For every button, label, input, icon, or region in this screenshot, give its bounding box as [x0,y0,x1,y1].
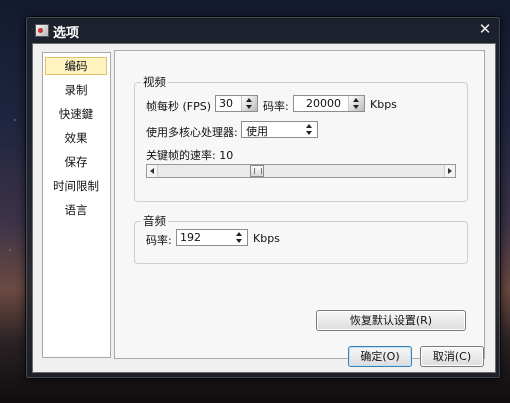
fps-spinner[interactable]: 30 [215,95,258,112]
video-bitrate-unit: Kbps [370,98,397,111]
slider-thumb[interactable] [250,165,264,177]
video-bitrate-label: 码率: [263,100,289,113]
multicore-value: 使用 [246,125,268,138]
slider-track[interactable] [158,165,444,177]
audio-bitrate-value: 192 [180,231,201,244]
app-icon [35,24,49,37]
sidebar-item-recording[interactable]: 录制 [45,81,107,99]
window-title: 选项 [53,26,80,41]
sidebar-item-encoding[interactable]: 编码 [45,57,107,75]
dialog-client-area: 编码 录制 快速鍵 效果 保存 时间限制 语言 视频 帧每秒 (FPS) : 3… [32,43,496,373]
video-bitrate-spinner[interactable]: 20000 [293,95,365,112]
title-bar[interactable]: 选项 ✕ [26,17,500,43]
audio-bitrate-unit: Kbps [253,232,280,245]
sidebar-item-save[interactable]: 保存 [45,153,107,171]
audio-group-label: 音频 [143,214,166,228]
video-group-label: 视频 [143,75,166,89]
multicore-label: 使用多核心处理器: [146,126,238,139]
restore-defaults-button[interactable]: 恢复默认设置(R) [316,310,466,331]
options-dialog: 选项 ✕ 编码 录制 快速鍵 效果 保存 时间限制 语言 视频 帧每秒 (FPS… [25,16,501,379]
audio-bitrate-spin-arrows-icon[interactable] [232,230,247,245]
keyframe-rate-label: 关键帧的速率: 10 [146,149,234,162]
keyframe-rate-slider[interactable] [146,164,456,178]
video-bitrate-spin-arrows-icon[interactable] [348,96,364,111]
fps-label: 帧每秒 (FPS) : [146,100,219,113]
settings-panel: 视频 帧每秒 (FPS) : 30 码率: 20000 Kbps 使用多核心处理… [114,50,485,359]
fps-value: 30 [219,97,233,110]
video-bitrate-value: 20000 [306,97,341,110]
ok-button[interactable]: 确定(O) [348,346,412,367]
audio-bitrate-label: 码率: [146,234,172,247]
fps-spin-arrows-icon[interactable] [241,96,257,111]
multicore-spin-arrows-icon[interactable] [302,122,317,137]
sidebar-item-time-limit[interactable]: 时间限制 [45,177,107,195]
sidebar-nav: 编码 录制 快速鍵 效果 保存 时间限制 语言 [42,52,111,358]
sidebar-item-effects[interactable]: 效果 [45,129,107,147]
sidebar-item-language[interactable]: 语言 [45,201,107,219]
cancel-button[interactable]: 取消(C) [420,346,484,367]
sidebar-item-hotkeys[interactable]: 快速鍵 [45,105,107,123]
multicore-select[interactable]: 使用 [241,121,318,138]
close-button[interactable]: ✕ [476,20,494,38]
slider-left-arrow-icon[interactable] [147,165,158,177]
audio-bitrate-spinner[interactable]: 192 [176,229,248,246]
slider-right-arrow-icon[interactable] [444,165,455,177]
